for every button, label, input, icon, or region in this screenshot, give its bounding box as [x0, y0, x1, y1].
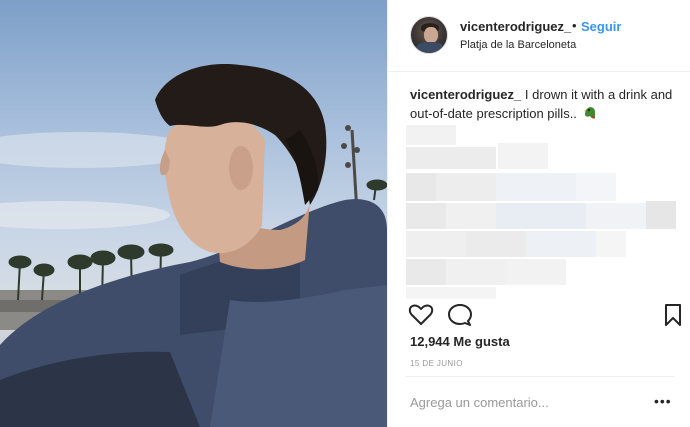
caption-username-link[interactable]: vicenterodriguez_ [410, 87, 521, 102]
username-link[interactable]: vicenterodriguez_ [460, 19, 571, 34]
post-caption: vicenterodriguez_ I drown it with a drin… [410, 85, 680, 123]
location-link[interactable]: Platja de la Barceloneta [460, 39, 576, 51]
photo-scene [0, 64, 387, 427]
divider [406, 376, 674, 377]
post-photo[interactable] [0, 0, 387, 427]
comment-bubble-icon[interactable] [447, 302, 473, 328]
post-details-panel: vicenterodriguez_ • Seguir Platja de la … [387, 0, 690, 427]
post-actions [388, 300, 690, 330]
bookmark-outline-icon[interactable] [660, 302, 686, 328]
likes-count[interactable]: 12,944 Me gusta [410, 334, 510, 349]
avatar[interactable] [410, 16, 448, 54]
comment-input[interactable] [410, 392, 630, 412]
more-options-icon[interactable]: ••• [654, 393, 672, 409]
post-date[interactable]: 15 DE JUNIO [410, 359, 463, 368]
heart-outline-icon[interactable] [408, 302, 434, 328]
separator-dot: • [572, 18, 577, 33]
parrot-emoji-icon [583, 107, 595, 119]
blurred-comments [406, 125, 676, 300]
follow-button[interactable]: Seguir [581, 19, 621, 34]
post-header: vicenterodriguez_ • Seguir Platja de la … [388, 0, 690, 72]
